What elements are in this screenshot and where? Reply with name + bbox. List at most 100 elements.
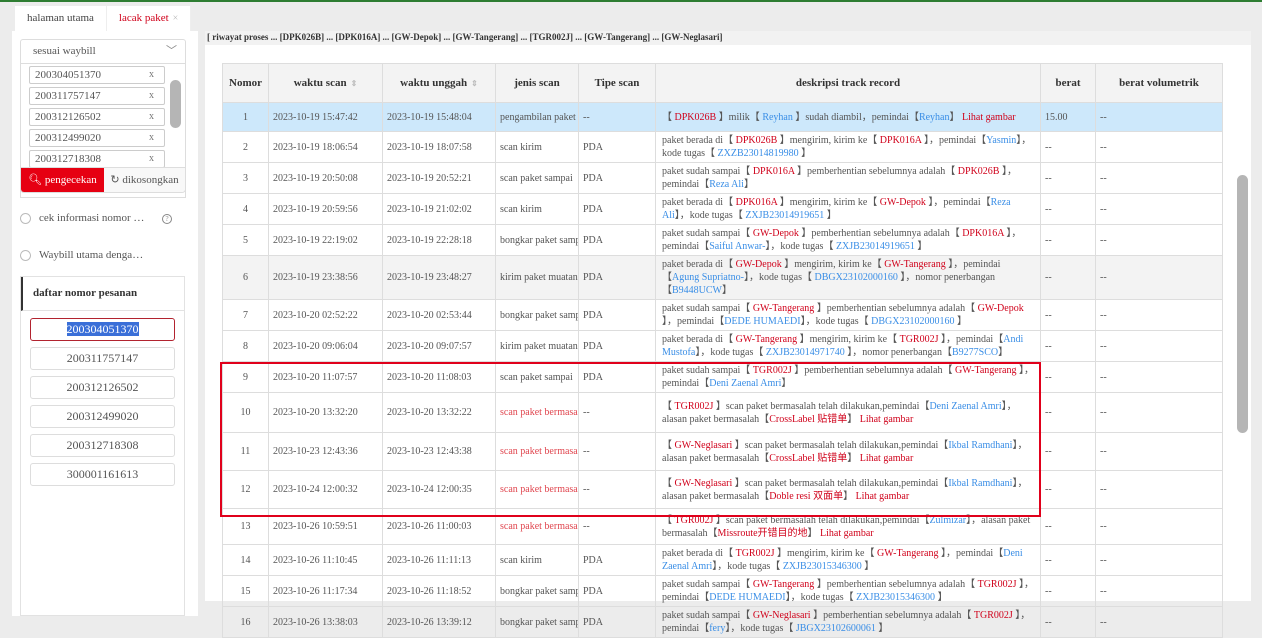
column-header[interactable]: berat xyxy=(1040,63,1096,103)
waybill-input[interactable]: 200304051370 x xyxy=(29,66,165,84)
person-or-code[interactable]: ZXZB23014819980 xyxy=(718,148,799,159)
sort-icon[interactable]: ⇕ xyxy=(351,79,358,88)
location-or-reason: CrossLabel 贴错单 xyxy=(769,413,848,425)
upload-time: 2023-10-26 11:18:52 xyxy=(382,575,496,607)
person-or-code[interactable]: Reza Ali xyxy=(709,179,744,190)
person-or-code[interactable]: Saiful Anwar- xyxy=(709,241,765,252)
radio-check-info[interactable]: cek informasi nomor … xyxy=(20,212,144,224)
remove-icon[interactable]: x xyxy=(149,88,154,104)
person-or-code[interactable]: Deni Zaenal Amri xyxy=(929,401,1001,412)
view-image-link[interactable]: Lihat gambar xyxy=(860,453,914,464)
person-or-code[interactable]: B9277SCO xyxy=(952,347,998,358)
table-row[interactable]: 10 2023-10-20 13:32:20 2023-10-20 13:32:22… xyxy=(222,392,1223,433)
table-row[interactable]: 16 2023-10-26 13:38:03 2023-10-26 13:39:12… xyxy=(222,606,1223,638)
waybill-value: 200312718308 xyxy=(35,153,101,165)
table-row[interactable]: 5 2023-10-19 22:19:02 2023-10-19 22:28:18 b… xyxy=(222,224,1223,256)
remove-icon[interactable]: x xyxy=(149,130,154,146)
table-row[interactable]: 6 2023-10-19 23:38:56 2023-10-19 23:48:27 k… xyxy=(222,255,1223,300)
view-image-link[interactable]: Lihat gambar xyxy=(856,491,910,502)
person-or-code[interactable]: B9448UCW xyxy=(672,285,722,296)
column-header[interactable]: deskripsi track record xyxy=(655,63,1041,103)
remove-icon[interactable]: x xyxy=(149,151,154,167)
table-row[interactable]: 1 2023-10-19 15:47:42 2023-10-19 15:48:04 p… xyxy=(222,102,1223,132)
person-or-code[interactable]: Agung Supriatno- xyxy=(672,272,744,283)
help-icon[interactable]: ? xyxy=(162,214,172,224)
location-or-reason: DPK016A xyxy=(735,197,778,208)
chevron-down-icon: ﹀ xyxy=(166,45,177,57)
person-or-code[interactable]: DBGX23102000160 xyxy=(871,316,954,327)
person-or-code[interactable]: ZXJB23014971740 xyxy=(766,347,845,358)
person-or-code[interactable]: fery xyxy=(709,623,725,634)
table-row[interactable]: 3 2023-10-19 20:50:08 2023-10-19 20:52:21 s… xyxy=(222,162,1223,194)
radio-circle[interactable] xyxy=(20,212,31,224)
order-item[interactable]: 300001161613 xyxy=(30,463,175,486)
person-or-code[interactable]: DBGX23102000160 xyxy=(815,272,898,283)
sort-icon[interactable]: ⇕ xyxy=(471,79,478,88)
order-item[interactable]: 200312126502 xyxy=(30,376,175,399)
order-number: 200304051370 xyxy=(66,322,139,336)
person-or-code[interactable]: Ikbal Ramdhani xyxy=(948,478,1012,489)
close-icon[interactable]: × xyxy=(173,13,179,24)
table-row[interactable]: 2 2023-10-19 18:06:54 2023-10-19 18:07:58 s… xyxy=(222,131,1223,163)
view-image-link[interactable]: Lihat gambar xyxy=(962,112,1016,123)
person-or-code[interactable]: ZXJB23014919651 xyxy=(836,241,915,252)
desc-text: 】 xyxy=(807,527,821,539)
person-or-code[interactable]: DEDE HUMAEDI xyxy=(709,592,785,603)
desc-text: 】pemberhentian sebelumnya adalah【 xyxy=(814,579,978,590)
column-header[interactable]: waktu scan ⇕ xyxy=(268,63,383,103)
order-item[interactable]: 200312718308 xyxy=(30,434,175,457)
person-or-code[interactable]: Deni Zaenal Amri xyxy=(709,378,781,389)
person-or-code[interactable]: Yasmin xyxy=(986,135,1016,146)
view-image-link[interactable]: Lihat gambar xyxy=(820,528,874,539)
scan-tool: PDA xyxy=(578,544,656,576)
scrollbar[interactable] xyxy=(170,80,181,128)
main-scrollbar[interactable] xyxy=(1237,175,1248,433)
radio-circle[interactable] xyxy=(20,249,31,261)
column-header[interactable]: Nomor xyxy=(222,63,269,103)
order-item[interactable]: 200311757147 xyxy=(30,347,175,370)
view-image-link[interactable]: Lihat gambar xyxy=(860,414,914,425)
clear-button[interactable]: ↻ dikosongkan xyxy=(104,168,185,192)
waybill-input[interactable]: 200312126502 x xyxy=(29,108,165,126)
waybill-input[interactable]: 200312499020 x xyxy=(29,129,165,147)
location-or-reason: DPK026B xyxy=(674,111,717,123)
person-or-code[interactable]: Reyhan xyxy=(762,112,793,123)
person-or-code[interactable]: JBGX23102600061 xyxy=(796,623,876,634)
order-item[interactable]: 200312499020 xyxy=(30,405,175,428)
column-header[interactable]: jenis scan xyxy=(495,63,579,103)
scan-time: 2023-10-19 15:47:42 xyxy=(268,102,383,132)
search-type-select[interactable]: sesuai waybill ﹀ xyxy=(20,39,186,64)
remove-icon[interactable]: x xyxy=(149,109,154,125)
table-row[interactable]: 9 2023-10-20 11:07:57 2023-10-20 11:08:03 s… xyxy=(222,361,1223,393)
search-button[interactable]: 🔍︎ pengecekan xyxy=(21,168,104,192)
table-row[interactable]: 15 2023-10-26 11:17:34 2023-10-26 11:18:52… xyxy=(222,575,1223,607)
radio-main-waybill[interactable]: Waybill utama denga… xyxy=(20,249,143,261)
person-or-code[interactable]: ZXJB23015346300 xyxy=(783,561,862,572)
person-or-code[interactable]: Ikbal Ramdhani xyxy=(948,440,1012,451)
table-row[interactable]: 11 2023-10-23 12:43:36 2023-10-23 12:43:38… xyxy=(222,432,1223,471)
table-row[interactable]: 8 2023-10-20 09:06:04 2023-10-20 09:07:57 k… xyxy=(222,330,1223,362)
person-or-code[interactable]: DEDE HUMAEDI xyxy=(724,316,800,327)
column-header[interactable]: Tipe scan xyxy=(578,63,656,103)
person-or-code[interactable]: Zulmizar xyxy=(929,515,966,526)
tab-home[interactable]: halaman utama xyxy=(15,6,107,31)
order-item[interactable]: 200304051370 xyxy=(30,318,175,341)
table-row[interactable]: 4 2023-10-19 20:59:56 2023-10-19 21:02:02 s… xyxy=(222,193,1223,225)
desc-text: 】 xyxy=(824,210,837,221)
desc-text: 】 xyxy=(781,378,792,389)
column-header[interactable]: waktu unggah ⇕ xyxy=(382,63,496,103)
person-or-code[interactable]: Reyhan xyxy=(919,112,950,123)
weight: -- xyxy=(1040,224,1096,256)
waybill-input[interactable]: 200311757147 x xyxy=(29,87,165,105)
person-or-code[interactable]: ZXJB23014919651 xyxy=(745,210,824,221)
table-row[interactable]: 12 2023-10-24 12:00:32 2023-10-24 12:00:35… xyxy=(222,470,1223,509)
table-row[interactable]: 14 2023-10-26 11:10:45 2023-10-26 11:11:13… xyxy=(222,544,1223,576)
person-or-code[interactable]: ZXJB23015346300 xyxy=(856,592,935,603)
table-row[interactable]: 13 2023-10-26 10:59:51 2023-10-26 11:00:03… xyxy=(222,508,1223,545)
waybill-input[interactable]: 200312718308 x xyxy=(29,150,165,168)
table-row[interactable]: 7 2023-10-20 02:52:22 2023-10-20 02:53:44 b… xyxy=(222,299,1223,331)
column-header[interactable]: berat volumetrik xyxy=(1095,63,1223,103)
tab-track-package[interactable]: lacak paket × xyxy=(106,6,192,31)
remove-icon[interactable]: x xyxy=(149,67,154,83)
track-description: paket berada di【 GW-Tangerang 】mengirim,… xyxy=(655,330,1041,362)
